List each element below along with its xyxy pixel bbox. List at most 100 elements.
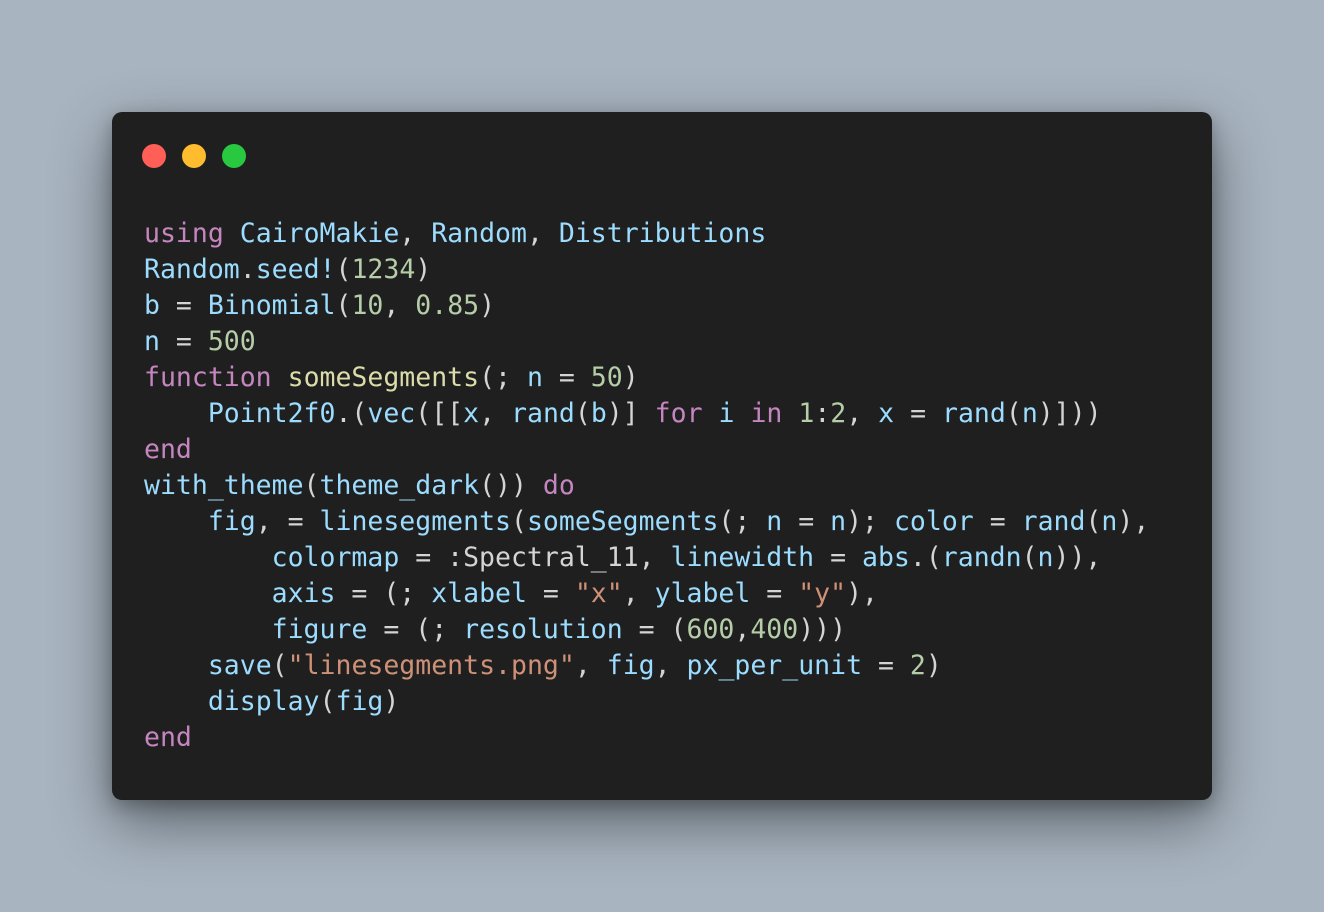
- code-token: px_per_unit: [686, 650, 863, 681]
- code-token: abs: [861, 542, 910, 573]
- code-line: display(fig): [144, 684, 1149, 720]
- code-line: function someSegments(; n = 50): [144, 360, 1149, 396]
- code-token: do: [542, 470, 575, 501]
- code-token: (: [319, 686, 336, 717]
- code-token: resolution: [463, 614, 623, 645]
- code-line: Point2f0.(vec([[x, rand(b)] for i in 1:2…: [144, 396, 1149, 432]
- code-token: =: [973, 506, 1022, 537]
- code-token: )),: [1053, 542, 1102, 573]
- code-token: (: [1005, 398, 1022, 429]
- code-token: (;: [479, 362, 527, 393]
- code-token: figure: [271, 614, 368, 645]
- code-token: axis: [271, 578, 336, 609]
- code-token: function: [144, 362, 272, 393]
- code-token: 2: [830, 398, 847, 429]
- code-token: =: [526, 578, 575, 609]
- close-window-button[interactable]: [142, 144, 166, 168]
- code-token: = (;: [335, 578, 432, 609]
- code-token: "x": [574, 578, 623, 609]
- code-line: Random.seed!(1234): [144, 252, 1149, 288]
- code-token: CairoMakie: [239, 218, 400, 249]
- code-token: =: [159, 290, 208, 321]
- code-line: with_theme(theme_dark()) do: [144, 468, 1149, 504]
- code-token: n: [1037, 542, 1054, 573]
- code-token: Binomial: [207, 290, 336, 321]
- code-token: ,: [383, 290, 416, 321]
- code-token: theme_dark: [319, 470, 480, 501]
- code-token: "y": [798, 578, 847, 609]
- code-line: colormap = :Spectral_11, linewidth = abs…: [144, 540, 1149, 576]
- code-token: ))): [798, 614, 847, 645]
- code-token: ): [415, 254, 432, 285]
- code-token: (;: [718, 506, 767, 537]
- code-token: ),: [1117, 506, 1150, 537]
- code-token: (: [1085, 506, 1102, 537]
- code-token: .: [239, 254, 256, 285]
- code-token: linewidth: [670, 542, 815, 573]
- code-line: end: [144, 720, 1149, 756]
- code-token: b: [590, 398, 607, 429]
- code-token: )]: [606, 398, 655, 429]
- code-token: ): [925, 650, 942, 681]
- code-token: 0.85: [415, 290, 480, 321]
- code-token: 2: [909, 650, 926, 681]
- code-token: i: [718, 398, 735, 429]
- code-token: n: [830, 506, 847, 537]
- code-token: colormap: [271, 542, 400, 573]
- code-token: =: [542, 362, 591, 393]
- code-token: , =: [255, 506, 320, 537]
- code-token: Random: [144, 254, 240, 285]
- code-token: =: [862, 650, 910, 681]
- code-token: ([[: [415, 398, 464, 429]
- code-token: save: [207, 650, 272, 681]
- code-token: 1: [798, 398, 815, 429]
- code-token: =: [814, 542, 862, 573]
- code-token: end: [144, 722, 192, 753]
- code-token: fig: [335, 686, 384, 717]
- code-token: rand: [942, 398, 1006, 429]
- zoom-window-button[interactable]: [222, 144, 246, 168]
- code-token: 1234: [351, 254, 416, 285]
- code-line: save("linesegments.png", fig, px_per_uni…: [144, 648, 1149, 684]
- code-token: rand: [511, 398, 575, 429]
- code-token: n: [1101, 506, 1118, 537]
- code-token: fig: [606, 650, 655, 681]
- code-token: (: [574, 398, 591, 429]
- code-token: fig: [207, 506, 256, 537]
- code-token: ,: [399, 218, 432, 249]
- code-token: someSegments: [526, 506, 719, 537]
- code-line: figure = (; resolution = (600,400))): [144, 612, 1149, 648]
- code-token: 600: [686, 614, 735, 645]
- code-token: x: [463, 398, 480, 429]
- code-token: ): [479, 290, 496, 321]
- code-token: x: [878, 398, 895, 429]
- code-token: (: [303, 470, 320, 501]
- code-token: =: [782, 506, 831, 537]
- code-token: xlabel: [431, 578, 527, 609]
- code-token: 10: [351, 290, 384, 321]
- code-token: =: [894, 398, 943, 429]
- code-token: ): [622, 362, 639, 393]
- code-token: ,: [574, 650, 607, 681]
- code-token: rand: [1021, 506, 1086, 537]
- code-token: Random: [431, 218, 527, 249]
- code-token: = (: [622, 614, 687, 645]
- code-token: n: [766, 506, 783, 537]
- code-block: using CairoMakie, Random, Distributions R…: [144, 216, 1149, 756]
- code-token: for: [654, 398, 703, 429]
- code-token: );: [846, 506, 894, 537]
- code-line: axis = (; xlabel = "x", ylabel = "y"),: [144, 576, 1149, 612]
- code-token: in: [750, 398, 783, 429]
- code-token: (: [335, 254, 352, 285]
- code-token: Point2f0: [207, 398, 336, 429]
- code-token: someSegments: [287, 362, 480, 393]
- minimize-window-button[interactable]: [182, 144, 206, 168]
- code-token: ,: [479, 398, 512, 429]
- code-token: b: [144, 290, 160, 321]
